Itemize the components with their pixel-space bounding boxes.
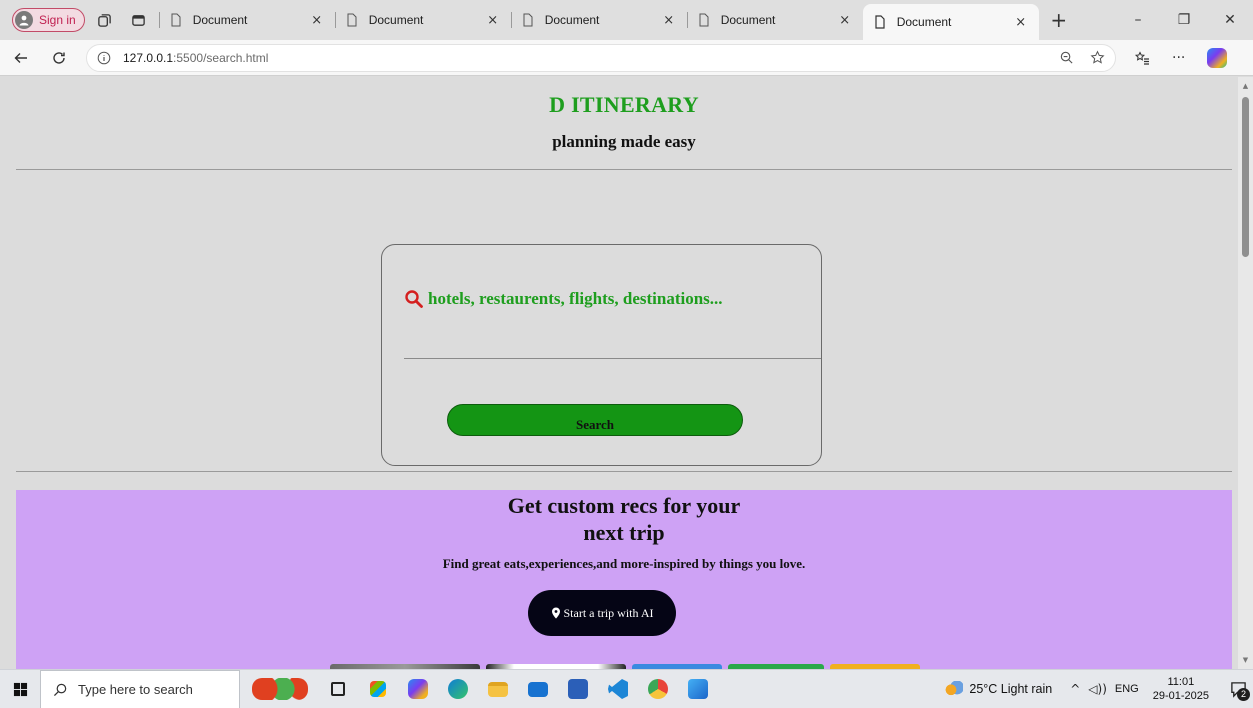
scroll-down-arrow-icon[interactable]: ▼ xyxy=(1238,653,1253,667)
search-underline xyxy=(404,358,821,359)
page-icon xyxy=(699,13,709,27)
browser-tab-strip: Sign in Document × Document × Document ×… xyxy=(0,0,1253,40)
promo-subtitle: Find great eats,experiences,and more-ins… xyxy=(442,556,806,571)
browser-tab[interactable]: Document × xyxy=(334,4,511,36)
weather-text: 25°C Light rain xyxy=(969,682,1053,696)
workspaces-icon[interactable] xyxy=(91,6,119,34)
system-tray: 25°C Light rain ^ ◁)) ENG 11:01 29-01-20… xyxy=(943,670,1253,708)
tab-close-icon[interactable]: × xyxy=(837,13,853,28)
page-icon xyxy=(171,13,181,27)
address-bar[interactable]: 127.0.0.1:5500/search.html xyxy=(86,43,1116,72)
site-header: D ITINERARY planning made easy xyxy=(16,77,1232,170)
profile-avatar-icon xyxy=(15,11,33,29)
scroll-up-arrow-icon[interactable]: ▲ xyxy=(1238,79,1253,93)
weather-rain-icon xyxy=(943,681,964,697)
store-icon[interactable] xyxy=(364,675,392,703)
tab-close-icon[interactable]: × xyxy=(309,13,325,28)
volume-icon[interactable]: ◁)) xyxy=(1088,682,1107,696)
url-host: 127.0.0.1 xyxy=(123,50,174,65)
tab-close-icon[interactable]: × xyxy=(485,13,501,28)
tab-list: Document × Document × Document × Documen… xyxy=(158,0,1039,40)
search-button-label: Search xyxy=(575,417,615,432)
tray-icons: ^ ◁)) ENG xyxy=(1070,682,1139,696)
refresh-button[interactable] xyxy=(42,43,76,73)
chrome-icon[interactable] xyxy=(644,675,672,703)
promo-title: Get custom recs for your next trip xyxy=(507,493,741,545)
tab-title: Document xyxy=(368,13,424,27)
minimize-button[interactable]: – xyxy=(1115,0,1161,40)
edge-browser-icon[interactable] xyxy=(444,675,472,703)
clock-time: 11:01 xyxy=(1167,676,1195,688)
page-icon xyxy=(875,15,885,29)
page-viewport: D ITINERARY planning made easy hotels, r… xyxy=(0,77,1253,669)
taskbar-pinned-apps xyxy=(248,675,712,703)
chevron-up-icon[interactable]: ^ xyxy=(1070,682,1080,696)
start-trip-ai-button[interactable]: Start a trip with AI xyxy=(528,590,676,636)
sign-in-label: Sign in xyxy=(39,13,76,27)
tab-close-icon[interactable]: × xyxy=(661,13,677,28)
favorite-star-icon[interactable] xyxy=(1090,50,1105,65)
refresh-icon xyxy=(53,51,65,64)
browser-tab-active[interactable]: Document × xyxy=(862,4,1039,40)
more-menu-icon[interactable]: ··· xyxy=(1172,50,1185,66)
search-placeholder: hotels, restaurents, flights, destinatio… xyxy=(428,289,723,308)
task-view-icon[interactable] xyxy=(324,675,352,703)
browser-tab[interactable]: Document × xyxy=(686,4,863,36)
promo-section: Get custom recs for your next trip Find … xyxy=(16,490,1232,669)
sign-in-button[interactable]: Sign in xyxy=(12,8,85,32)
page-icon xyxy=(347,13,357,27)
search-card: hotels, restaurents, flights, destinatio… xyxy=(381,244,822,466)
page-icon xyxy=(523,13,533,27)
copilot-app-icon[interactable] xyxy=(404,675,432,703)
zoom-icon[interactable] xyxy=(1059,50,1074,65)
copilot-icon[interactable] xyxy=(1207,47,1228,68)
site-brand: D ITINERARY xyxy=(549,92,699,117)
tab-title: Document xyxy=(896,15,952,29)
clock-date: 29-01-2025 xyxy=(1152,690,1209,702)
search-button[interactable]: Search xyxy=(447,404,743,436)
weather-widget[interactable]: 25°C Light rain xyxy=(943,681,1052,697)
notification-badge: 2 xyxy=(1237,687,1250,701)
page-scrollbar[interactable]: ▲ ▼ xyxy=(1238,77,1253,669)
browser-tab[interactable]: Document × xyxy=(510,4,687,36)
windows-logo-icon xyxy=(13,682,27,696)
windows-taskbar: Type here to search 25°C Light rain ^ ◁)… xyxy=(0,669,1253,708)
close-window-button[interactable]: ✕ xyxy=(1207,0,1253,40)
vscode-icon[interactable] xyxy=(604,675,632,703)
start-trip-ai-label: Start a trip with AI xyxy=(563,605,654,620)
new-tab-button[interactable]: + xyxy=(1045,6,1073,34)
notification-center-button[interactable]: 2 xyxy=(1223,670,1253,708)
url-path: :5500/search.html xyxy=(173,50,269,65)
new-year-widget-icon[interactable] xyxy=(248,675,312,703)
restore-button[interactable]: ❐ xyxy=(1161,0,1207,40)
word-icon[interactable] xyxy=(564,675,592,703)
photos-icon[interactable] xyxy=(684,675,712,703)
tab-title: Document xyxy=(192,13,248,27)
favorites-list-icon[interactable] xyxy=(1134,50,1150,66)
site-info-icon[interactable] xyxy=(97,51,111,65)
browser-tab[interactable]: Document × xyxy=(158,4,335,36)
tab-close-icon[interactable]: × xyxy=(1013,15,1029,30)
clock[interactable]: 11:01 29-01-2025 xyxy=(1153,675,1209,703)
taskbar-search-box[interactable]: Type here to search xyxy=(40,669,240,708)
browser-toolbar: 127.0.0.1:5500/search.html ··· xyxy=(0,40,1253,76)
back-button[interactable] xyxy=(4,43,38,73)
tab-title: Document xyxy=(544,13,600,27)
scroll-thumb[interactable] xyxy=(1242,97,1249,257)
file-explorer-icon[interactable] xyxy=(484,675,512,703)
language-indicator[interactable]: ENG xyxy=(1115,683,1139,695)
window-controls: – ❐ ✕ xyxy=(1115,0,1253,40)
tab-title: Document xyxy=(720,13,776,27)
tab-actions-icon[interactable] xyxy=(125,6,153,34)
section-divider xyxy=(16,471,1232,472)
site-tagline: planning made easy xyxy=(552,132,696,151)
mail-icon[interactable] xyxy=(524,675,552,703)
taskbar-search-placeholder: Type here to search xyxy=(78,681,193,697)
search-input[interactable]: hotels, restaurents, flights, destinatio… xyxy=(404,289,723,309)
arrow-left-icon xyxy=(14,52,27,63)
search-icon xyxy=(53,683,67,696)
map-pin-icon xyxy=(551,607,560,619)
start-button[interactable] xyxy=(0,670,40,708)
search-icon xyxy=(405,290,423,308)
